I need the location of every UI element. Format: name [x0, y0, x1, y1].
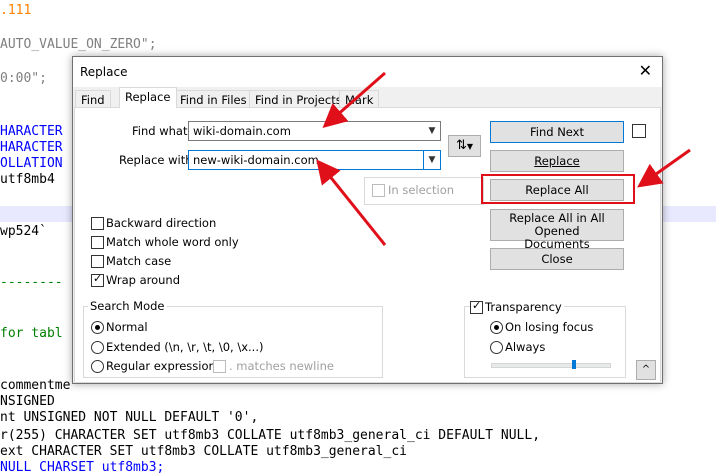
annotation-arrows	[316, 71, 691, 246]
arrow-to-replace-field	[316, 159, 387, 246]
arrow-to-replace-all	[637, 148, 691, 188]
tab-replace[interactable]: Replace	[119, 87, 177, 108]
arrow-to-find-field	[322, 71, 386, 128]
